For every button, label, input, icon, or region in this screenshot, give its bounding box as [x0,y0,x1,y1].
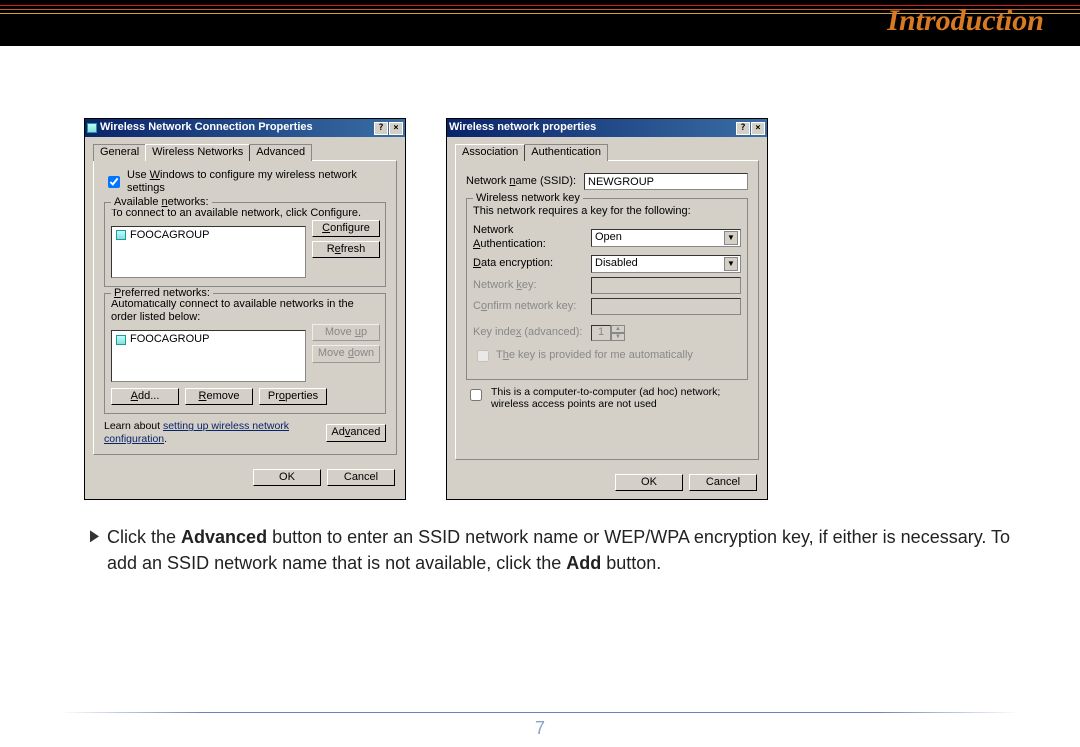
ssid-input[interactable] [584,173,748,190]
page-number: 7 [0,718,1080,739]
page-title: Introduction [887,4,1044,38]
auto-key-checkbox [477,350,489,362]
learn-text: Learn about setting up wireless network … [104,420,326,445]
ssid-label: Network name (SSID): [466,175,578,188]
add-button[interactable]: Add... [111,388,179,405]
app-icon [87,123,97,133]
available-networks-fieldset: Available networks: To connect to an ava… [104,202,386,287]
key-index-spinner: 1▲▼ [591,325,625,341]
close-icon[interactable]: × [389,122,403,135]
preferred-networks-list[interactable]: FOOCAGROUP [111,330,306,382]
cancel-button[interactable]: Cancel [327,469,395,486]
adhoc-checkbox[interactable] [470,389,482,401]
help-icon[interactable]: ? [374,122,388,135]
requires-text: This network requires a key for the foll… [473,205,741,218]
chevron-down-icon: ▼ [724,257,738,271]
data-enc-select[interactable]: Disabled▼ [591,255,741,273]
advanced-button[interactable]: Advanced [326,424,386,441]
tab-general[interactable]: General [93,144,146,161]
signal-icon [116,335,126,345]
page-divider [60,712,1020,713]
remove-button[interactable]: Remove [185,388,253,405]
properties-button[interactable]: Properties [259,388,327,405]
configure-button[interactable]: Configure [312,220,380,237]
confirm-key-input [591,298,741,315]
learn-link[interactable]: setting up wireless network configuratio… [104,420,289,445]
adhoc-label: This is a computer-to-computer (ad hoc) … [491,386,748,411]
auto-connect-text: Automatically connect to available netwo… [111,298,379,324]
ok-button[interactable]: OK [615,474,683,491]
ok-button[interactable]: OK [253,469,321,486]
list-item[interactable]: FOOCAGROUP [112,227,305,244]
cancel-button[interactable]: Cancel [689,474,757,491]
close-icon[interactable]: × [751,122,765,135]
network-key-input [591,277,741,294]
dialog-network-properties: Wireless network properties ? × Associat… [446,118,768,500]
use-windows-checkbox[interactable] [108,176,120,188]
move-up-button: Move up [312,324,380,341]
signal-icon [116,230,126,240]
instruction-paragraph: Click the Advanced button to enter an SS… [0,500,1080,576]
available-networks-list[interactable]: FOOCAGROUP [111,226,306,278]
dialog-title: Wireless network properties [449,121,596,134]
preferred-networks-fieldset: Preferred networks: Automatically connec… [104,293,386,415]
preferred-networks-legend: Preferred networks: [111,287,213,300]
confirm-key-label: Confirm network key: [473,300,585,313]
refresh-button[interactable]: Refresh [312,241,380,258]
net-auth-select[interactable]: Open▼ [591,229,741,247]
tab-advanced[interactable]: Advanced [249,144,312,161]
tab-association[interactable]: Association [455,144,525,161]
use-windows-label: Use Windows to configure my wireless net… [127,169,386,195]
list-item[interactable]: FOOCAGROUP [112,331,305,348]
available-networks-legend: Available networks: [111,196,212,209]
network-key-label: Network key: [473,279,585,292]
tab-wireless-networks[interactable]: Wireless Networks [145,144,250,161]
tab-authentication[interactable]: Authentication [524,144,608,161]
key-index-label: Key index (advanced): [473,326,585,339]
wireless-key-legend: Wireless network key [473,192,583,205]
move-down-button: Move down [312,345,380,362]
data-enc-label: Data encryption: [473,257,585,270]
bullet-icon [90,530,99,542]
header-banner: Introduction [0,0,1080,46]
chevron-down-icon: ▼ [724,231,738,245]
wireless-key-fieldset: Wireless network key This network requir… [466,198,748,380]
dialog-connection-properties: Wireless Network Connection Properties ?… [84,118,406,500]
help-icon[interactable]: ? [736,122,750,135]
dialog-title: Wireless Network Connection Properties [100,121,313,134]
auto-key-label: The key is provided for me automatically [496,349,693,362]
net-auth-label: Network Authentication: [473,224,585,250]
